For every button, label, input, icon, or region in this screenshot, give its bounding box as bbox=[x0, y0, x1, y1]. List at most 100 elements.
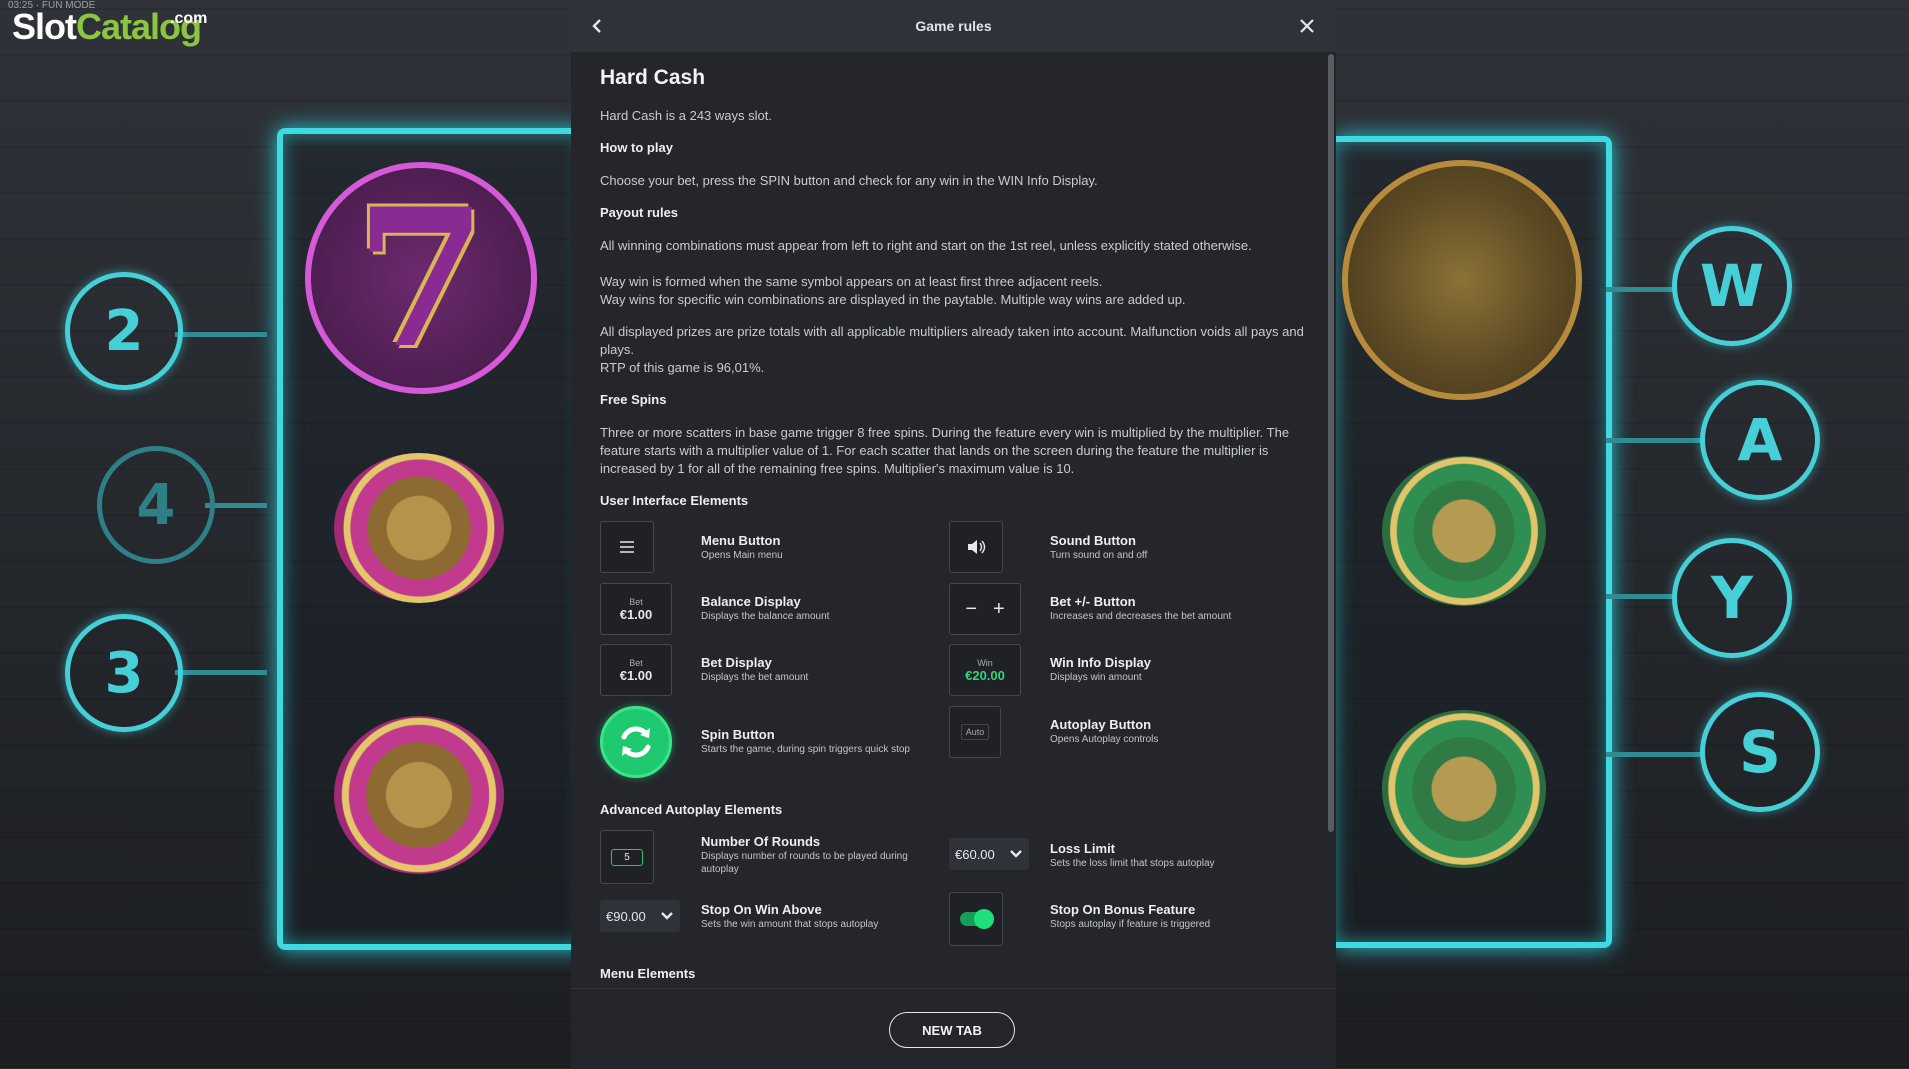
spin-button-demo bbox=[600, 706, 672, 778]
stop-on-win-value: €90.00 bbox=[606, 908, 646, 924]
payline bbox=[1606, 438, 1702, 443]
logo-com-text: .com bbox=[170, 10, 208, 27]
bet-value: €1.00 bbox=[619, 667, 653, 683]
payout-text-4: All displayed prizes are prize totals wi… bbox=[600, 324, 1304, 357]
chip-symbol bbox=[1382, 710, 1546, 868]
bet-plus-minus-desc: Increases and decreases the bet amount bbox=[1050, 611, 1232, 622]
payline-ring-s: S bbox=[1700, 692, 1820, 812]
game-rules-modal: Game rules Hard Cash Hard Cash is a 243 … bbox=[571, 0, 1336, 1069]
balance-display-desc: Displays the balance amount bbox=[701, 611, 830, 622]
balance-label: Bet bbox=[629, 596, 643, 607]
spin-button-title: Spin Button bbox=[701, 727, 775, 742]
payout-text-2: Way win is formed when the same symbol a… bbox=[600, 274, 1103, 289]
rounds-title: Number Of Rounds bbox=[701, 834, 821, 849]
win-display-desc: Displays win amount bbox=[1050, 672, 1142, 683]
bet-display-desc: Displays the bet amount bbox=[701, 672, 809, 683]
fun-mode-label: 03:25 · FUN MODE bbox=[8, 0, 96, 11]
intro-text: Hard Cash is a 243 ways slot. bbox=[600, 108, 772, 123]
payline-ring-y: Y bbox=[1672, 538, 1792, 658]
stop-on-win-title: Stop On Win Above bbox=[701, 902, 822, 917]
sound-button-desc: Turn sound on and off bbox=[1050, 550, 1148, 561]
rules-content[interactable]: Hard Cash Hard Cash is a 243 ways slot. … bbox=[571, 52, 1336, 988]
payline bbox=[175, 670, 267, 675]
win-display-title: Win Info Display bbox=[1050, 655, 1151, 670]
stop-on-win-demo: €90.00 bbox=[600, 900, 680, 932]
autoplay-button-desc: Opens Autoplay controls bbox=[1050, 734, 1159, 745]
payline-ring-2: 2 bbox=[65, 272, 183, 390]
how-to-play-heading: How to play bbox=[600, 140, 673, 155]
payout-text-1: All winning combinations must appear fro… bbox=[600, 238, 1252, 253]
autoplay-button-title: Autoplay Button bbox=[1050, 717, 1152, 732]
slotcatalog-logo: 03:25 · FUN MODE SlotCatalog .com bbox=[8, 0, 207, 48]
rounds-desc: Displays number of rounds to be played d… bbox=[701, 851, 908, 875]
loss-limit-demo: €60.00 bbox=[949, 838, 1029, 870]
bet-plus-minus-demo: − + bbox=[949, 583, 1021, 635]
modal-title: Game rules bbox=[915, 18, 992, 34]
loss-limit-desc: Sets the loss limit that stops autoplay bbox=[1050, 858, 1215, 869]
payline-ring-4: 4 bbox=[97, 446, 215, 564]
menu-button-title: Menu Button bbox=[701, 533, 781, 548]
rounds-value: 5 bbox=[611, 848, 643, 866]
balance-display-demo: Bet €1.00 bbox=[600, 583, 672, 635]
balance-display-title: Balance Display bbox=[701, 594, 801, 609]
bet-display-title: Bet Display bbox=[701, 655, 772, 670]
advanced-autoplay-heading: Advanced Autoplay Elements bbox=[600, 802, 783, 817]
win-display-demo: Win €20.00 bbox=[949, 644, 1021, 696]
toggle-knob bbox=[974, 909, 994, 929]
payline-ring-3: 3 bbox=[65, 614, 183, 732]
plus-icon: + bbox=[993, 597, 1005, 620]
balance-value: €1.00 bbox=[619, 606, 653, 622]
minus-icon: − bbox=[965, 597, 977, 620]
menu-icon bbox=[620, 541, 634, 553]
close-icon bbox=[1300, 19, 1314, 33]
chevron-down-icon bbox=[1010, 850, 1022, 858]
win-value: €20.00 bbox=[965, 667, 1005, 683]
free-spins-heading: Free Spins bbox=[600, 392, 667, 407]
menu-button-desc: Opens Main menu bbox=[701, 550, 783, 561]
payline bbox=[175, 332, 267, 337]
bonus-toggle bbox=[960, 909, 994, 929]
win-label: Win bbox=[977, 657, 993, 668]
scrollbar[interactable] bbox=[1328, 54, 1334, 832]
refresh-icon bbox=[621, 726, 651, 758]
sound-button-title: Sound Button bbox=[1050, 533, 1136, 548]
payout-rules-heading: Payout rules bbox=[600, 205, 679, 220]
logo-slot-text: Slot bbox=[12, 6, 77, 47]
close-button[interactable] bbox=[1293, 12, 1321, 40]
payline-ring-a: A bbox=[1700, 380, 1820, 500]
chip-symbol bbox=[334, 453, 504, 603]
new-tab-button[interactable]: NEW TAB bbox=[889, 1012, 1015, 1048]
chip-symbol bbox=[1382, 456, 1546, 606]
payline bbox=[1606, 752, 1702, 757]
stop-on-bonus-title: Stop On Bonus Feature bbox=[1050, 902, 1196, 917]
modal-footer: NEW TAB bbox=[571, 988, 1336, 1069]
rtp-text: RTP of this game is 96,01%. bbox=[600, 360, 765, 375]
rounds-demo: 5 bbox=[600, 830, 654, 884]
payline bbox=[1606, 287, 1676, 292]
stop-on-bonus-desc: Stops autoplay if feature is triggered bbox=[1050, 919, 1211, 930]
spin-button-desc: Starts the game, during spin triggers qu… bbox=[701, 744, 910, 755]
payout-text-3: Way wins for specific win combinations a… bbox=[600, 292, 1186, 307]
payline bbox=[1606, 594, 1676, 599]
ui-elements-heading: User Interface Elements bbox=[600, 493, 749, 508]
chevron-left-icon bbox=[592, 19, 601, 33]
sound-button-demo bbox=[949, 521, 1003, 573]
seven-symbol: 7 bbox=[305, 162, 537, 394]
bet-display-demo: Bet €1.00 bbox=[600, 644, 672, 696]
menu-button-demo bbox=[600, 521, 654, 573]
bet-plus-minus-title: Bet +/- Button bbox=[1050, 594, 1136, 609]
back-button[interactable] bbox=[583, 12, 611, 40]
menu-elements-heading: Menu Elements bbox=[600, 966, 696, 981]
loss-limit-title: Loss Limit bbox=[1050, 841, 1116, 856]
game-title: Hard Cash bbox=[600, 66, 706, 89]
chevron-down-icon bbox=[661, 912, 673, 920]
stop-on-bonus-demo bbox=[949, 892, 1003, 946]
payline-ring-w: W bbox=[1672, 226, 1792, 346]
loss-limit-value: €60.00 bbox=[955, 846, 995, 862]
free-spins-text: Three or more scatters in base game trig… bbox=[600, 425, 1290, 476]
how-to-play-text: Choose your bet, press the SPIN button a… bbox=[600, 173, 1098, 188]
stop-on-win-desc: Sets the win amount that stops autoplay bbox=[701, 919, 879, 930]
modal-header: Game rules bbox=[571, 0, 1336, 52]
autoplay-button-demo: Auto bbox=[949, 706, 1001, 758]
gold-bar-symbol bbox=[1342, 160, 1582, 400]
